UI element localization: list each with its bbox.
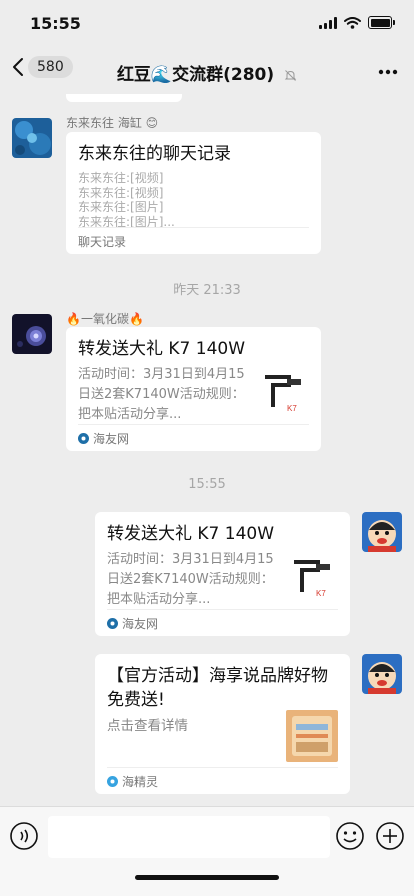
- card-desc: 活动时间：3月31日到4月15日送2套K7140W活动规则：把本贴活动分享...: [107, 552, 274, 607]
- timestamp: 15:55: [188, 477, 226, 492]
- avatar-dongwang[interactable]: [12, 118, 52, 158]
- sender-name: 东来东往 海缸 😊: [66, 116, 159, 130]
- record-lines: 东来东往:[视频] 东来东往:[视频] 东来东往:[图片] 东来东往:[图片].…: [78, 171, 309, 229]
- card-desc: 活动时间：3月31日到4月15日送2套K7140W活动规则：把本贴活动分享...: [78, 367, 245, 422]
- card-footer: 海精灵: [107, 767, 338, 794]
- input-bar: [0, 806, 414, 896]
- battery-icon: [368, 16, 395, 29]
- svg-text:K7: K7: [316, 589, 326, 598]
- source-name: 海友网: [93, 431, 130, 446]
- home-indicator[interactable]: [135, 875, 279, 880]
- chat-title-wrap: 红豆🌊交流群(280): [0, 60, 414, 85]
- app-icon: [107, 617, 118, 629]
- partial-message-card[interactable]: [66, 94, 182, 102]
- source-name: 海友网: [122, 616, 159, 631]
- record-line: 东来东往:[图片]: [78, 200, 164, 214]
- promo-thumbnail: [286, 710, 338, 762]
- avatar-image: [12, 118, 52, 158]
- avatar-image: [362, 654, 402, 694]
- emoji-button[interactable]: [335, 821, 365, 855]
- card-title: 东来东往的聊天记录: [78, 144, 231, 164]
- card-footer-label: 聊天记录: [78, 234, 127, 249]
- card-title: 【官方活动】海享说品牌好物免费送!: [107, 666, 328, 710]
- more-dots-icon: [378, 69, 398, 75]
- app-icon: [107, 775, 118, 787]
- message-list[interactable]: 东来东往 海缸 😊 东来东往的聊天记录 东来东往:[视频] 东来东往:[视频] …: [0, 94, 414, 806]
- avatar-carbon-monoxide[interactable]: [12, 314, 52, 354]
- card-footer: 聊天记录: [78, 227, 309, 254]
- avatar-self[interactable]: [362, 512, 402, 552]
- link-card-k7-sent[interactable]: 转发送大礼 K7 140W 活动时间：3月31日到4月15日送2套K7140W活…: [95, 512, 350, 636]
- link-card-official[interactable]: 【官方活动】海享说品牌好物免费送! 点击查看详情 海精灵: [95, 654, 350, 794]
- avatar-self[interactable]: [362, 654, 402, 694]
- record-line: 东来东往:[视频]: [78, 171, 164, 185]
- sender-name: 🔥一氧化碳🔥: [66, 312, 144, 326]
- nav-bar: 580 红豆🌊交流群(280): [0, 48, 414, 94]
- chat-title: 红豆🌊交流群(280): [116, 65, 275, 85]
- mute-bell-icon: [284, 69, 297, 81]
- chat-record-card[interactable]: 东来东往的聊天记录 东来东往:[视频] 东来东往:[视频] 东来东往:[图片] …: [66, 132, 321, 254]
- avatar-image: [362, 512, 402, 552]
- voice-icon: [10, 822, 38, 850]
- more-functions-button[interactable]: [375, 821, 405, 855]
- status-icons: [319, 16, 395, 29]
- status-bar: 15:55: [0, 0, 414, 48]
- voice-button[interactable]: [9, 821, 39, 855]
- wifi-icon: [344, 16, 361, 29]
- status-time: 15:55: [30, 14, 81, 33]
- card-footer: 海友网: [78, 424, 309, 451]
- avatar-image: [12, 314, 52, 354]
- product-thumbnail: K7: [288, 552, 338, 602]
- link-card-k7[interactable]: 转发送大礼 K7 140W 活动时间：3月31日到4月15日送2套K7140W活…: [66, 327, 321, 451]
- product-thumbnail: K7: [259, 367, 309, 417]
- card-footer: 海友网: [107, 609, 338, 636]
- svg-text:K7: K7: [287, 404, 297, 413]
- card-title: 转发送大礼 K7 140W: [107, 524, 275, 544]
- app-icon: [78, 432, 89, 444]
- message-input[interactable]: [48, 816, 330, 858]
- more-options-button[interactable]: [378, 60, 398, 79]
- source-name: 海精灵: [122, 774, 159, 789]
- record-line: 东来东往:[视频]: [78, 185, 164, 200]
- plus-icon: [376, 822, 404, 850]
- signal-icon: [319, 16, 337, 29]
- timestamp: 昨天 21:33: [173, 283, 241, 298]
- card-title: 转发送大礼 K7 140W: [78, 339, 246, 359]
- emoji-icon: [336, 822, 364, 850]
